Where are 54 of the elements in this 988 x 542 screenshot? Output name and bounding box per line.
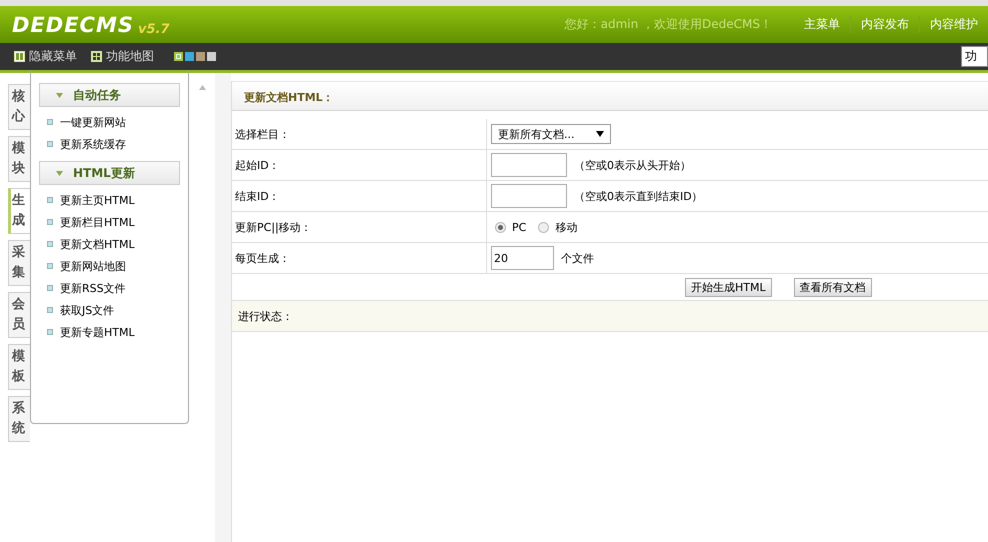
menu-group-header[interactable]: HTML更新 bbox=[39, 161, 180, 185]
menu-item[interactable]: 更新专题HTML bbox=[39, 321, 180, 343]
field-label: 起始ID： bbox=[232, 150, 487, 180]
panel-icon bbox=[14, 51, 25, 62]
field-label: 更新PC||移动： bbox=[232, 212, 487, 242]
field-hint: 个文件 bbox=[561, 250, 594, 266]
side-tab[interactable]: 采集 bbox=[8, 240, 30, 286]
menu-item[interactable]: 更新系统缓存 bbox=[39, 133, 180, 155]
radio-option[interactable]: PC bbox=[495, 220, 526, 234]
skin-swatch[interactable] bbox=[196, 52, 205, 61]
menu-item[interactable]: 更新网站地图 bbox=[39, 255, 180, 277]
menu-group-header[interactable]: 自动任务 bbox=[39, 83, 180, 107]
menu-group-title: HTML更新 bbox=[73, 164, 135, 182]
action-button[interactable]: 查看所有文档 bbox=[794, 278, 872, 296]
side-tab[interactable]: 会员 bbox=[8, 292, 30, 338]
field-label: 每页生成： bbox=[232, 243, 487, 273]
input-field[interactable]: 20 bbox=[491, 246, 554, 270]
skin-swatch[interactable] bbox=[207, 52, 216, 61]
field-label: 选择栏目： bbox=[232, 119, 487, 149]
menu-item[interactable]: 更新主页HTML bbox=[39, 189, 180, 211]
dropdown-icon bbox=[596, 131, 604, 137]
welcome-text: 您好：admin ，欢迎使用DedeCMS！ bbox=[564, 16, 772, 33]
field-hint: （空或0表示直到结束ID） bbox=[574, 188, 703, 204]
menu-item[interactable]: 更新文档HTML bbox=[39, 233, 180, 255]
toolbar-link[interactable]: 功能地图 bbox=[91, 48, 154, 65]
skin-swatch[interactable] bbox=[185, 52, 194, 61]
caret-icon bbox=[56, 92, 63, 98]
status-label: 进行状态： bbox=[238, 308, 293, 324]
skin-swatch[interactable] bbox=[174, 52, 183, 61]
toolbar-link[interactable]: 隐藏菜单 bbox=[14, 48, 77, 65]
menu-item[interactable]: 一键更新网站 bbox=[39, 111, 180, 133]
side-tab[interactable]: 模块 bbox=[8, 136, 30, 182]
side-tab[interactable]: 生成 bbox=[8, 188, 30, 234]
field-hint: （空或0表示从头开始） bbox=[574, 158, 691, 172]
logo: DEDECMS bbox=[12, 12, 134, 36]
menu-item[interactable]: 获取JS文件 bbox=[39, 299, 180, 321]
caret-icon bbox=[56, 170, 63, 176]
scroll-up-icon[interactable] bbox=[199, 85, 206, 90]
category-select[interactable]: 更新所有文档... bbox=[491, 124, 611, 144]
radio-option[interactable]: 移动 bbox=[538, 220, 578, 234]
side-tab[interactable]: 模板 bbox=[8, 344, 30, 390]
grid-icon bbox=[91, 51, 102, 62]
search-field[interactable]: 功 bbox=[961, 46, 988, 67]
version-label: v5.7 bbox=[138, 22, 170, 36]
input-field[interactable] bbox=[491, 153, 567, 177]
side-tab[interactable]: 系统 bbox=[8, 396, 30, 442]
menu-group-title: 自动任务 bbox=[73, 86, 121, 104]
menu-item[interactable]: 更新RSS文件 bbox=[39, 277, 180, 299]
panel-title: 更新文档HTML： bbox=[232, 81, 988, 111]
input-field[interactable] bbox=[491, 184, 567, 208]
action-button[interactable]: 开始生成HTML bbox=[685, 278, 772, 296]
field-label: 结束ID： bbox=[232, 181, 487, 211]
menu-item[interactable]: 更新栏目HTML bbox=[39, 211, 180, 233]
side-tab[interactable]: 核心 bbox=[8, 84, 30, 130]
